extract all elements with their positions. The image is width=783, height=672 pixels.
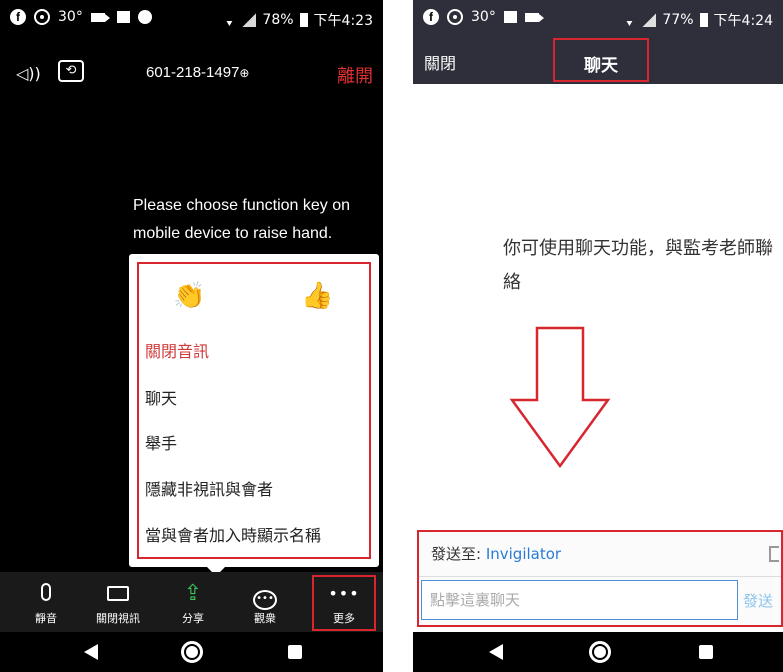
signal-icon <box>642 13 657 27</box>
home-icon[interactable] <box>181 641 203 663</box>
speaker-icon[interactable]: ◁)) <box>16 64 41 83</box>
send-to-label: 發送至: <box>431 545 486 563</box>
zoom-chat-screen: f 30° 77% 下午4:24 關閉 聊天 你可使用聊天功能，與監考老師聯絡 … <box>413 0 783 672</box>
participants-button[interactable]: ••• 觀衆 <box>235 572 295 632</box>
temperature: 30° <box>58 9 83 25</box>
video-notification-icon <box>524 12 544 22</box>
down-arrow-icon <box>509 326 611 469</box>
share-label: 分享 <box>182 612 204 625</box>
image-notification-icon <box>503 11 517 23</box>
android-nav-bar <box>413 632 783 672</box>
reaction-row: 👏 👍 <box>129 276 379 316</box>
menu-item-mute-audio[interactable]: 關閉音訊 <box>145 338 209 362</box>
back-icon[interactable] <box>489 644 503 660</box>
meeting-id-text: 601-218-1497 <box>146 64 240 81</box>
battery-icon <box>699 13 708 27</box>
participants-label: 觀衆 <box>254 612 276 625</box>
battery-percent: 77% <box>662 12 694 28</box>
menu-item-show-names[interactable]: 當與會者加入時顯示名稱 <box>145 522 321 546</box>
title-highlight-frame: 聊天 <box>553 38 649 82</box>
leave-button[interactable]: 離開 <box>337 62 373 88</box>
location-icon <box>447 9 463 25</box>
mute-label: 靜音 <box>35 612 57 625</box>
location-icon <box>34 9 50 25</box>
clock: 下午4:23 <box>313 13 373 29</box>
mute-button[interactable]: 靜音 <box>16 572 76 632</box>
android-nav-bar <box>0 632 383 672</box>
recent-apps-icon[interactable] <box>699 645 713 659</box>
wifi-icon <box>622 14 637 26</box>
chat-input[interactable] <box>421 580 738 620</box>
participants-icon: ••• <box>235 580 295 610</box>
meeting-id: 601-218-1497⊕ <box>146 64 249 81</box>
more-highlight-frame <box>312 575 376 631</box>
recent-apps-icon[interactable] <box>288 645 302 659</box>
signal-icon <box>242 13 257 27</box>
close-button[interactable]: 關閉 <box>424 50 456 74</box>
share-button[interactable]: ⇪ 分享 <box>163 572 223 632</box>
status-bar: f 30° 78% 下午4:23 <box>0 0 383 38</box>
page-title: 聊天 <box>584 56 618 76</box>
facebook-icon: f <box>10 9 26 25</box>
home-icon[interactable] <box>589 641 611 663</box>
zoom-meeting-screen: f 30° 78% 下午4:23 ◁)) ⟲ 601-218-1497⊕ 離開 … <box>0 0 383 672</box>
chat-hint-text: 你可使用聊天功能，與監考老師聯絡 <box>503 238 773 293</box>
thumbs-up-reaction-icon[interactable]: 👍 <box>301 276 333 316</box>
divider <box>419 576 781 577</box>
temperature: 30° <box>471 9 496 25</box>
dropdown-edge-icon <box>769 546 779 562</box>
battery-icon <box>299 13 308 27</box>
clap-reaction-icon[interactable]: 👏 <box>173 276 205 316</box>
facebook-icon: f <box>423 9 439 25</box>
microphone-icon <box>16 580 76 608</box>
menu-item-raise-hand[interactable]: 舉手 <box>145 430 177 454</box>
video-notification-icon <box>90 12 110 22</box>
switch-camera-icon[interactable]: ⟲ <box>58 60 84 82</box>
back-icon[interactable] <box>84 644 98 660</box>
stop-video-label: 關閉視訊 <box>96 612 140 625</box>
send-to-selector[interactable]: 發送至: Invigilator <box>431 543 561 564</box>
app-notification-icon <box>137 10 152 24</box>
send-panel: 發送至: Invigilator 發送 <box>417 530 783 627</box>
send-to-recipient[interactable]: Invigilator <box>486 545 561 563</box>
wifi-icon <box>222 14 237 26</box>
send-button[interactable]: 發送 <box>743 590 773 611</box>
stop-video-button[interactable]: 關閉視訊 <box>88 572 148 632</box>
chat-header: 關閉 聊天 <box>413 38 783 84</box>
battery-percent: 78% <box>262 12 294 28</box>
share-icon: ⇪ <box>183 581 203 606</box>
raise-hand-instruction: Please choose function key on mobile dev… <box>133 197 351 242</box>
more-menu-popup: 👏 👍 關閉音訊 聊天 舉手 隱藏非視訊與會者 當與會者加入時顯示名稱 <box>129 254 379 567</box>
meeting-top-bar: ◁)) ⟲ 601-218-1497⊕ 離開 <box>0 50 383 96</box>
menu-item-chat[interactable]: 聊天 <box>145 385 177 409</box>
status-bar: f 30° 77% 下午4:24 <box>413 0 783 38</box>
video-camera-icon <box>88 580 148 608</box>
clock: 下午4:24 <box>713 13 773 29</box>
image-notification-icon <box>116 11 130 23</box>
menu-item-hide-non-video[interactable]: 隱藏非視訊與會者 <box>145 476 273 500</box>
lock-icon: ⊕ <box>239 66 250 80</box>
